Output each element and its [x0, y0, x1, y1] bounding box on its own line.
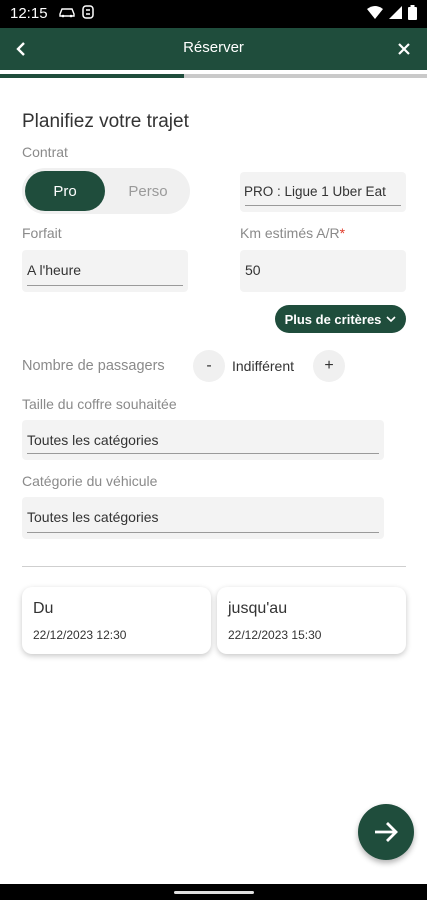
contrat-label: Contrat	[22, 144, 68, 160]
vehicle-label: Catégorie du véhicule	[22, 473, 158, 489]
progress-fill	[0, 74, 184, 78]
chevron-down-icon	[386, 315, 396, 322]
field-underline	[245, 205, 401, 206]
toggle-option-pro[interactable]: Pro	[25, 171, 105, 211]
battery-icon	[408, 5, 417, 20]
date-from-card[interactable]: Du 22/12/2023 12:30	[22, 587, 211, 654]
contrat-toggle: Pro Perso	[22, 168, 190, 214]
status-right-icons	[367, 5, 417, 20]
home-handle[interactable]	[174, 891, 254, 894]
more-criteria-label: Plus de critères	[284, 311, 382, 327]
passengers-increment-button[interactable]: +	[313, 350, 345, 382]
km-label-text: Km estimés A/R	[240, 225, 340, 241]
app-header: Réserver	[0, 28, 427, 70]
passengers-value: Indifférent	[232, 358, 295, 374]
vehicle-select[interactable]: Toutes les catégories	[22, 497, 384, 539]
wifi-icon	[367, 6, 383, 19]
status-time: 12:15	[10, 5, 48, 22]
passengers-label: Nombre de passagers	[22, 358, 165, 374]
toggle-option-perso[interactable]: Perso	[108, 171, 188, 211]
trunk-value: Toutes les catégories	[27, 432, 159, 448]
system-nav-bar	[0, 884, 427, 900]
page-title: Réserver	[183, 39, 244, 56]
km-input[interactable]: 50	[240, 250, 406, 292]
close-button[interactable]	[391, 36, 417, 62]
forfait-label: Forfait	[22, 225, 62, 241]
field-underline	[27, 532, 379, 533]
contrat-select[interactable]: PRO : Ligue 1 Uber Eat	[240, 172, 406, 212]
date-from-value: 22/12/2023 12:30	[33, 628, 127, 642]
contrat-value: PRO : Ligue 1 Uber Eat	[244, 184, 386, 199]
field-underline	[27, 285, 183, 286]
field-underline	[27, 453, 379, 454]
app-notification-icon	[82, 5, 94, 19]
km-value: 50	[245, 262, 261, 278]
trunk-label: Taille du coffre souhaitée	[22, 396, 177, 412]
section-title: Planifiez votre trajet	[22, 111, 189, 132]
date-to-title: jusqu'au	[228, 600, 288, 617]
divider	[22, 566, 406, 567]
km-label: Km estimés A/R*	[240, 225, 345, 241]
date-from-title: Du	[33, 600, 54, 617]
forfait-select[interactable]: A l'heure	[22, 250, 188, 292]
arrow-right-icon	[375, 822, 398, 842]
passengers-decrement-button[interactable]: -	[193, 350, 225, 382]
more-criteria-button[interactable]: Plus de critères	[275, 305, 406, 333]
required-mark: *	[339, 225, 346, 241]
progress-bar	[0, 74, 427, 78]
close-icon	[398, 43, 410, 55]
date-to-card[interactable]: jusqu'au 22/12/2023 15:30	[217, 587, 406, 654]
forfait-value: A l'heure	[27, 262, 82, 278]
signal-icon	[389, 6, 402, 19]
vehicle-value: Toutes les catégories	[27, 509, 159, 525]
next-button[interactable]	[358, 804, 414, 860]
trunk-select[interactable]: Toutes les catégories	[22, 420, 384, 460]
date-to-value: 22/12/2023 15:30	[228, 628, 322, 642]
status-left-icons	[58, 5, 94, 19]
status-bar: 12:15	[0, 0, 427, 28]
car-icon	[59, 8, 75, 18]
